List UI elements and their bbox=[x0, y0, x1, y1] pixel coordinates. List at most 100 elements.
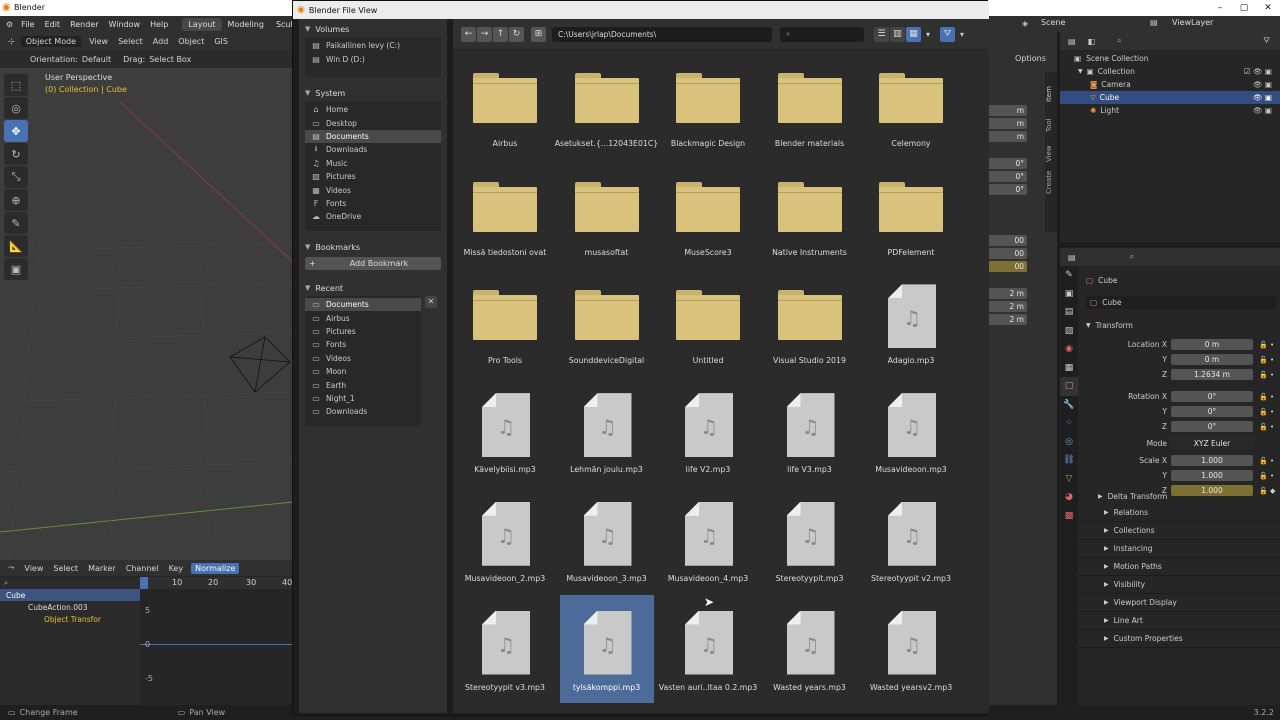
location-x-field[interactable]: 0 m bbox=[1171, 339, 1253, 350]
3d-viewport[interactable]: ⊹ Object Mode View Select Add Object GIS… bbox=[0, 32, 293, 560]
move-tool-icon[interactable]: ✥ bbox=[4, 120, 28, 142]
sidebar-value[interactable]: m bbox=[987, 118, 1027, 129]
system-item-videos[interactable]: ▦ Videos bbox=[305, 183, 441, 196]
keyframe-icon[interactable]: 🔓 ◆ bbox=[1259, 487, 1275, 495]
world-tab-icon[interactable]: ▦ bbox=[1060, 359, 1078, 378]
display-dropdown-icon[interactable]: ▾ bbox=[926, 30, 930, 39]
section-visibility[interactable]: ▶ Visibility bbox=[1078, 576, 1280, 594]
recent-item[interactable]: ▭ Documents bbox=[305, 298, 421, 312]
volumes-panel-header[interactable]: ▼ Volumes bbox=[299, 21, 447, 37]
object-name-field[interactable]: ▢ Cube bbox=[1086, 296, 1276, 309]
folder-item[interactable]: Native Instruments bbox=[763, 160, 857, 268]
scale-z-field[interactable]: 1.000 bbox=[1171, 485, 1253, 496]
outliner-filter-icon[interactable]: ⛛ bbox=[1263, 36, 1270, 46]
lock-icon[interactable]: 🔓 • bbox=[1259, 371, 1274, 379]
rotation-z-field[interactable]: 0° bbox=[1171, 421, 1253, 432]
file-item[interactable]: ♫ Lehmän joulu.mp3 bbox=[560, 377, 654, 485]
folder-item[interactable]: Pro Tools bbox=[458, 268, 552, 376]
tab-tool[interactable]: Tool bbox=[1045, 102, 1053, 132]
sidebar-value[interactable]: 0° bbox=[987, 158, 1027, 169]
graph-editor-type-icon[interactable]: ⤳ bbox=[8, 563, 14, 573]
add-bookmark-button[interactable]: + Add Bookmark bbox=[305, 257, 441, 270]
tool-tab-icon[interactable]: ✎ bbox=[1060, 266, 1078, 285]
folder-item[interactable]: Celemony bbox=[864, 51, 958, 159]
rotation-y-field[interactable]: 0° bbox=[1171, 406, 1253, 417]
system-item-fonts[interactable]: F Fonts bbox=[305, 197, 441, 210]
add-cube-tool-icon[interactable]: ▣ bbox=[4, 258, 28, 280]
sidebar-value[interactable]: m bbox=[987, 105, 1027, 116]
viewlayer-name[interactable]: ViewLayer bbox=[1172, 18, 1213, 27]
folder-item[interactable]: Visual Studio 2019 bbox=[763, 268, 857, 376]
channel-action[interactable]: CubeAction.003 bbox=[0, 601, 140, 613]
menu-render[interactable]: Render bbox=[70, 20, 98, 29]
display-mode-icon[interactable]: ◧ bbox=[1088, 37, 1096, 46]
tab-modeling[interactable]: Modeling bbox=[222, 18, 270, 31]
blender-menu-icon[interactable]: ⚙ bbox=[6, 20, 13, 29]
file-item[interactable]: ♫ Adagio.mp3 bbox=[864, 268, 958, 376]
lock-icon[interactable]: 🔓 • bbox=[1259, 457, 1274, 465]
rotation-mode-dropdown[interactable]: XYZ Euler bbox=[1171, 438, 1253, 449]
section-instancing[interactable]: ▶ Instancing bbox=[1078, 540, 1280, 558]
vp-menu-view[interactable]: View bbox=[89, 37, 108, 46]
ge-menu-select[interactable]: Select bbox=[53, 564, 78, 573]
frame-ruler[interactable]: 10 20 30 40 bbox=[140, 577, 293, 589]
particles-tab-icon[interactable]: ⁘ bbox=[1060, 414, 1078, 433]
outliner-item-light[interactable]: ✺ Light 👁 ▣ bbox=[1060, 104, 1280, 117]
lock-icon[interactable]: 🔓 • bbox=[1259, 393, 1274, 401]
ge-menu-view[interactable]: View bbox=[24, 564, 43, 573]
system-item-downloads[interactable]: ⭳ Downloads bbox=[305, 143, 441, 156]
thumbnails-icon[interactable]: ▦ bbox=[906, 26, 921, 42]
scene-collection-row[interactable]: ▣ Scene Collection bbox=[1060, 52, 1280, 65]
drag-dropdown[interactable]: Select Box bbox=[149, 55, 191, 64]
transform-panel-header[interactable]: ▼ Transform bbox=[1086, 319, 1133, 332]
file-item[interactable]: ♫ Kävelybiisi.mp3 bbox=[458, 377, 552, 485]
tab-create[interactable]: Create bbox=[1045, 162, 1053, 194]
file-item[interactable]: ♫ Stereotyypit.mp3 bbox=[763, 486, 857, 594]
forward-icon[interactable]: → bbox=[477, 26, 492, 42]
eye-icon[interactable]: 👁 ▣ bbox=[1253, 80, 1272, 89]
folder-item[interactable]: Asetukset.{...12043E01C} bbox=[555, 51, 658, 159]
lock-icon[interactable]: 🔓 • bbox=[1259, 408, 1274, 416]
rotation-x-field[interactable]: 0° bbox=[1171, 391, 1253, 402]
clear-recent-icon[interactable]: ✕ bbox=[425, 296, 437, 308]
menu-edit[interactable]: Edit bbox=[45, 20, 61, 29]
recent-item[interactable]: ▭ Airbus bbox=[305, 311, 421, 324]
object-mode-dropdown[interactable]: Object Mode bbox=[20, 35, 82, 47]
sidebar-value[interactable]: 2 m bbox=[987, 301, 1027, 312]
scale-y-field[interactable]: 1.000 bbox=[1171, 470, 1253, 481]
file-item[interactable]: ♫ tylsäkomppi.mp3 bbox=[559, 594, 654, 703]
file-item[interactable]: ♫ Wasted yearsv2.mp3 bbox=[864, 595, 958, 703]
system-item-pictures[interactable]: ▨ Pictures bbox=[305, 170, 441, 183]
scene-tab-icon[interactable]: ◉ bbox=[1060, 340, 1078, 359]
file-item[interactable]: ♫ Musavideoon_2.mp3 bbox=[458, 486, 552, 594]
file-item[interactable]: ♫ life V3.mp3 bbox=[763, 377, 857, 485]
horizontal-list-icon[interactable]: ▥ bbox=[890, 26, 905, 42]
ge-menu-marker[interactable]: Marker bbox=[88, 564, 116, 573]
recent-item[interactable]: ▭ Moon bbox=[305, 365, 421, 378]
file-item[interactable]: ♫ Musavideoon_4.mp3 bbox=[661, 486, 755, 594]
output-tab-icon[interactable]: ▤ bbox=[1060, 303, 1078, 322]
render-tab-icon[interactable]: ▣ bbox=[1060, 285, 1078, 304]
folder-item[interactable]: musasoftat bbox=[560, 160, 654, 268]
outliner-item-camera[interactable]: ◙ Camera 👁 ▣ bbox=[1060, 78, 1280, 91]
vp-menu-select[interactable]: Select bbox=[118, 37, 143, 46]
file-item[interactable]: ♫ Wasted years.mp3 bbox=[763, 595, 857, 703]
volume-d[interactable]: ▤ Win D (D:) bbox=[305, 52, 441, 65]
collection-expand-icon[interactable]: ▼ bbox=[1078, 68, 1083, 75]
properties-type-icon[interactable]: ▤ bbox=[1068, 253, 1076, 262]
file-item[interactable]: ♫ Stereotyypit v2.mp3 bbox=[864, 486, 958, 594]
close-window-button[interactable]: ✕ bbox=[1256, 0, 1280, 16]
folder-item[interactable]: Airbus bbox=[458, 51, 552, 159]
lock-icon[interactable]: 🔓 • bbox=[1259, 472, 1274, 480]
section-viewport-display[interactable]: ▶ Viewport Display bbox=[1078, 594, 1280, 612]
path-field[interactable]: C:\Users\jrlap\Documents\ bbox=[552, 26, 772, 42]
eye-icon[interactable]: 👁 ▣ bbox=[1253, 106, 1272, 115]
system-item-desktop[interactable]: ▭ Desktop bbox=[305, 116, 441, 129]
view-layer-tab-icon[interactable]: ▧ bbox=[1060, 322, 1078, 341]
outliner-item-cube[interactable]: ▽ Cube 👁 ▣ bbox=[1060, 91, 1280, 104]
channel-object-transform[interactable]: Object Transfor bbox=[0, 613, 140, 625]
orientation-dropdown[interactable]: Default bbox=[82, 55, 111, 64]
file-item[interactable]: ♫ Vasten auri..ltaa 0.2.mp3 bbox=[659, 595, 757, 703]
lock-icon[interactable]: 🔓 • bbox=[1259, 341, 1274, 349]
sidebar-value[interactable]: m bbox=[987, 131, 1027, 142]
